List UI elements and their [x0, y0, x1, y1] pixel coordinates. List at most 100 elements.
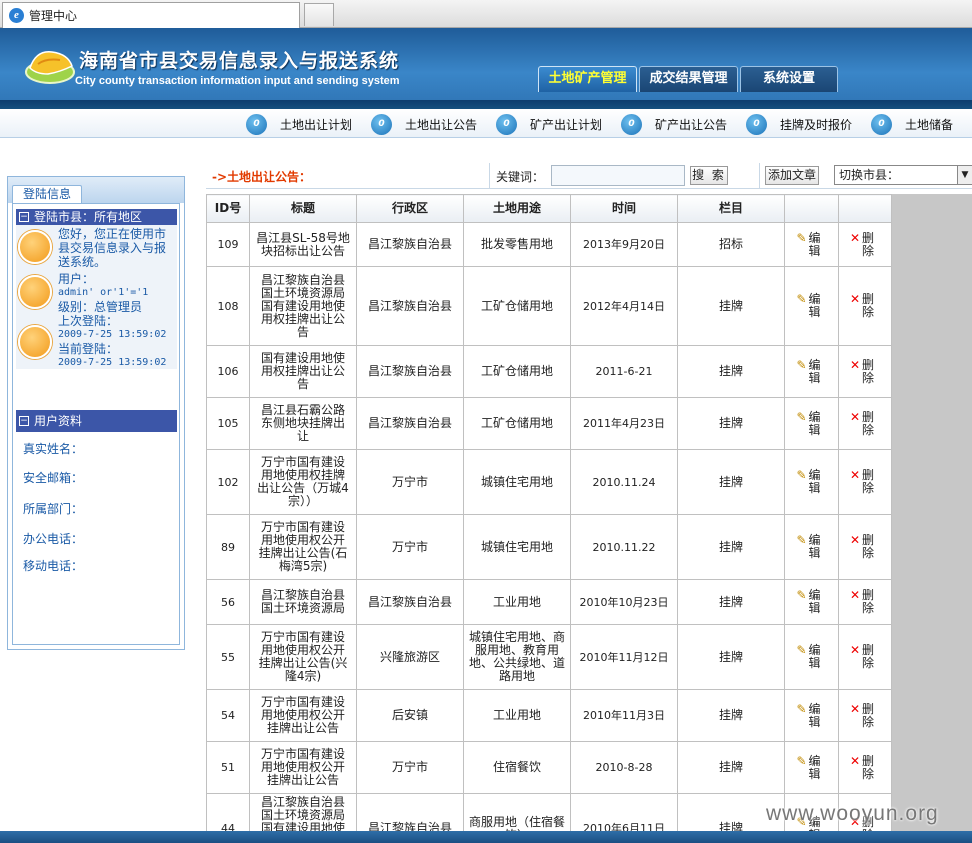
delete-button[interactable]: ✕删除: [843, 702, 887, 729]
user-icon: [18, 275, 52, 309]
chevron-down-icon[interactable]: ▼: [957, 166, 972, 184]
cell-title[interactable]: 昌江县石霸公路东侧地块挂牌出让: [249, 397, 357, 450]
cell-title[interactable]: 万宁市国有建设用地使用权公开挂牌出让公告: [249, 689, 357, 742]
new-tab-button[interactable]: [304, 3, 334, 26]
cell-title[interactable]: 国有建设用地使用权挂牌出让公告: [249, 345, 357, 398]
edit-button[interactable]: ✎编辑: [789, 357, 834, 385]
profile-office-phone: 办公电话：: [23, 532, 84, 546]
cell-title[interactable]: 昌江黎族自治县国土环境资源局: [249, 579, 357, 625]
subnav-mineral-notice[interactable]: 0 矿产出让公告: [621, 113, 727, 135]
edit-button[interactable]: ✎编辑: [789, 754, 834, 781]
login-section-header[interactable]: − 登陆市县：所有地区: [16, 209, 177, 225]
subnav-label: 土地储备: [905, 117, 954, 132]
delete-icon: ✕: [849, 409, 861, 424]
horizontal-scrollbar[interactable]: [0, 831, 972, 843]
profile-mobile-phone: 移动电话：: [23, 559, 84, 573]
delete-button[interactable]: ✕删除: [843, 754, 887, 781]
edit-button[interactable]: ✎编辑: [789, 644, 834, 670]
bullet-icon: 0: [621, 113, 642, 135]
cell-column: 挂牌: [677, 624, 785, 690]
tab-login-info[interactable]: 登陆信息: [12, 185, 82, 203]
browser-tab[interactable]: e 管理中心: [2, 2, 300, 28]
cell-title[interactable]: 昌江黎族自治县国土环境资源局国有建设用地使用权挂牌出让公告: [249, 266, 357, 346]
edit-icon: ✎: [796, 468, 807, 482]
cell-title[interactable]: 万宁市国有建设用地使用权公开挂牌出让公告(兴隆4宗): [249, 624, 357, 690]
delete-button[interactable]: ✕删除: [843, 293, 887, 319]
cell-title[interactable]: 万宁市国有建设用地使用权挂牌出让公告（万城4宗））: [249, 449, 357, 515]
edit-cell: ✎编辑: [784, 449, 839, 515]
collapse-icon[interactable]: −: [19, 212, 29, 222]
tab-settings[interactable]: 系统设置: [740, 66, 838, 92]
delete-button[interactable]: ✕删除: [843, 589, 887, 615]
collapse-icon[interactable]: −: [19, 416, 29, 426]
cell-usage: 城镇住宅用地: [463, 514, 571, 580]
delete-button[interactable]: ✕删除: [843, 358, 887, 385]
cell-id: 102: [206, 449, 250, 515]
delete-button[interactable]: ✕删除: [843, 534, 887, 560]
edit-label: 编辑: [808, 701, 821, 729]
delete-icon: ✕: [849, 230, 861, 245]
subnav-mineral-plan[interactable]: 0 矿产出让计划: [496, 113, 602, 135]
sidebar-tab-strip: 登陆信息: [8, 177, 184, 203]
edit-label: 编辑: [808, 357, 821, 385]
cell-title[interactable]: 昌江县SL-58号地块招标出让公告: [249, 222, 357, 267]
cell-time: 2010年10月23日: [570, 579, 678, 625]
edit-button[interactable]: ✎编辑: [789, 534, 834, 560]
user-level: 级别：总管理员: [58, 300, 143, 314]
edit-button[interactable]: ✎编辑: [789, 293, 834, 319]
login-time-row: 上次登陆： 2009-7-25 13:59:02 当前登陆： 2009-7-25…: [16, 313, 177, 369]
cell-title[interactable]: 万宁市国有建设用地使用权公开挂牌出让公告: [249, 741, 357, 794]
delete-button[interactable]: ✕删除: [843, 469, 887, 495]
cell-usage: 工矿仓储用地: [463, 345, 571, 398]
col-header-time: 时间: [570, 194, 678, 223]
profile-section-header[interactable]: − 用户资料: [16, 410, 177, 432]
edit-button[interactable]: ✎编辑: [789, 701, 834, 729]
table-row: 105 昌江县石霸公路东侧地块挂牌出让 昌江黎族自治县 工矿仓储用地 2011年4月23…: [206, 397, 892, 450]
delete-cell: ✕删除: [838, 579, 892, 625]
search-button[interactable]: 搜 索: [690, 166, 728, 185]
tab-results[interactable]: 成交结果管理: [639, 66, 738, 92]
cell-district: 昌江黎族自治县: [356, 397, 464, 450]
section-title: ->土地出让公告：: [212, 170, 312, 184]
edit-button[interactable]: ✎编辑: [789, 589, 834, 615]
browser-tab-strip: e 管理中心: [0, 0, 972, 28]
delete-label: 删除: [862, 468, 875, 495]
col-header-id: ID号: [206, 194, 250, 223]
app-title: 海南省市县交易信息录入与报送系统: [79, 50, 400, 72]
edit-button[interactable]: ✎编辑: [789, 410, 834, 437]
add-article-button[interactable]: 添加文章: [765, 166, 819, 185]
keyword-input[interactable]: [551, 165, 685, 186]
subnav-listing-quotes[interactable]: 0 挂牌及时报价: [746, 113, 852, 135]
table-row: 54 万宁市国有建设用地使用权公开挂牌出让公告 后安镇 工业用地 2010年11月3日挂…: [206, 689, 892, 742]
delete-button[interactable]: ✕删除: [843, 644, 887, 670]
edit-icon: ✎: [796, 533, 807, 547]
delete-button[interactable]: ✕删除: [843, 409, 887, 437]
current-login-label: 当前登陆：: [58, 342, 119, 356]
cell-district: 昌江黎族自治县: [356, 222, 464, 267]
edit-icon: ✎: [796, 701, 807, 716]
cell-district: 后安镇: [356, 689, 464, 742]
edit-button[interactable]: ✎编辑: [789, 469, 834, 495]
subnav-land-plan[interactable]: 0 土地出让计划: [246, 113, 352, 135]
cell-id: 109: [206, 222, 250, 267]
subnav-land-notice[interactable]: 0 土地出让公告: [371, 113, 477, 135]
edit-icon: ✎: [796, 357, 807, 372]
edit-button[interactable]: ✎编辑: [789, 231, 834, 258]
table-row: 108 昌江黎族自治县国土环境资源局国有建设用地使用权挂牌出让公告 昌江黎族自治县工…: [206, 266, 892, 346]
table-row: 51 万宁市国有建设用地使用权公开挂牌出让公告 万宁市 住宿餐饮 2010-8-28 挂牌…: [206, 741, 892, 794]
browser-tab-title: 管理中心: [29, 9, 78, 23]
user-value: admin' or'1'='1: [58, 287, 149, 298]
delete-label: 删除: [862, 643, 875, 670]
subnav-land-reserve[interactable]: 0 土地储备: [871, 113, 953, 135]
divider: [759, 163, 760, 189]
bullet-icon: 0: [246, 113, 267, 135]
tab-land-mineral[interactable]: 土地矿产管理: [538, 66, 637, 92]
delete-button[interactable]: ✕删除: [843, 230, 887, 258]
cell-title[interactable]: 昌江黎族自治县国土环境资源局国有建设用地使用权挂牌出让公告: [249, 793, 357, 831]
cell-column: 挂牌: [677, 514, 785, 580]
city-select[interactable]: 切换市县： ▼: [834, 165, 972, 185]
cell-title[interactable]: 万宁市国有建设用地使用权公开挂牌出让公告(石梅湾5宗): [249, 514, 357, 580]
table-row: 89 万宁市国有建设用地使用权公开挂牌出让公告(石梅湾5宗) 万宁市 城镇住宅用地 20…: [206, 514, 892, 580]
cell-id: 54: [206, 689, 250, 742]
cell-district: 万宁市: [356, 514, 464, 580]
